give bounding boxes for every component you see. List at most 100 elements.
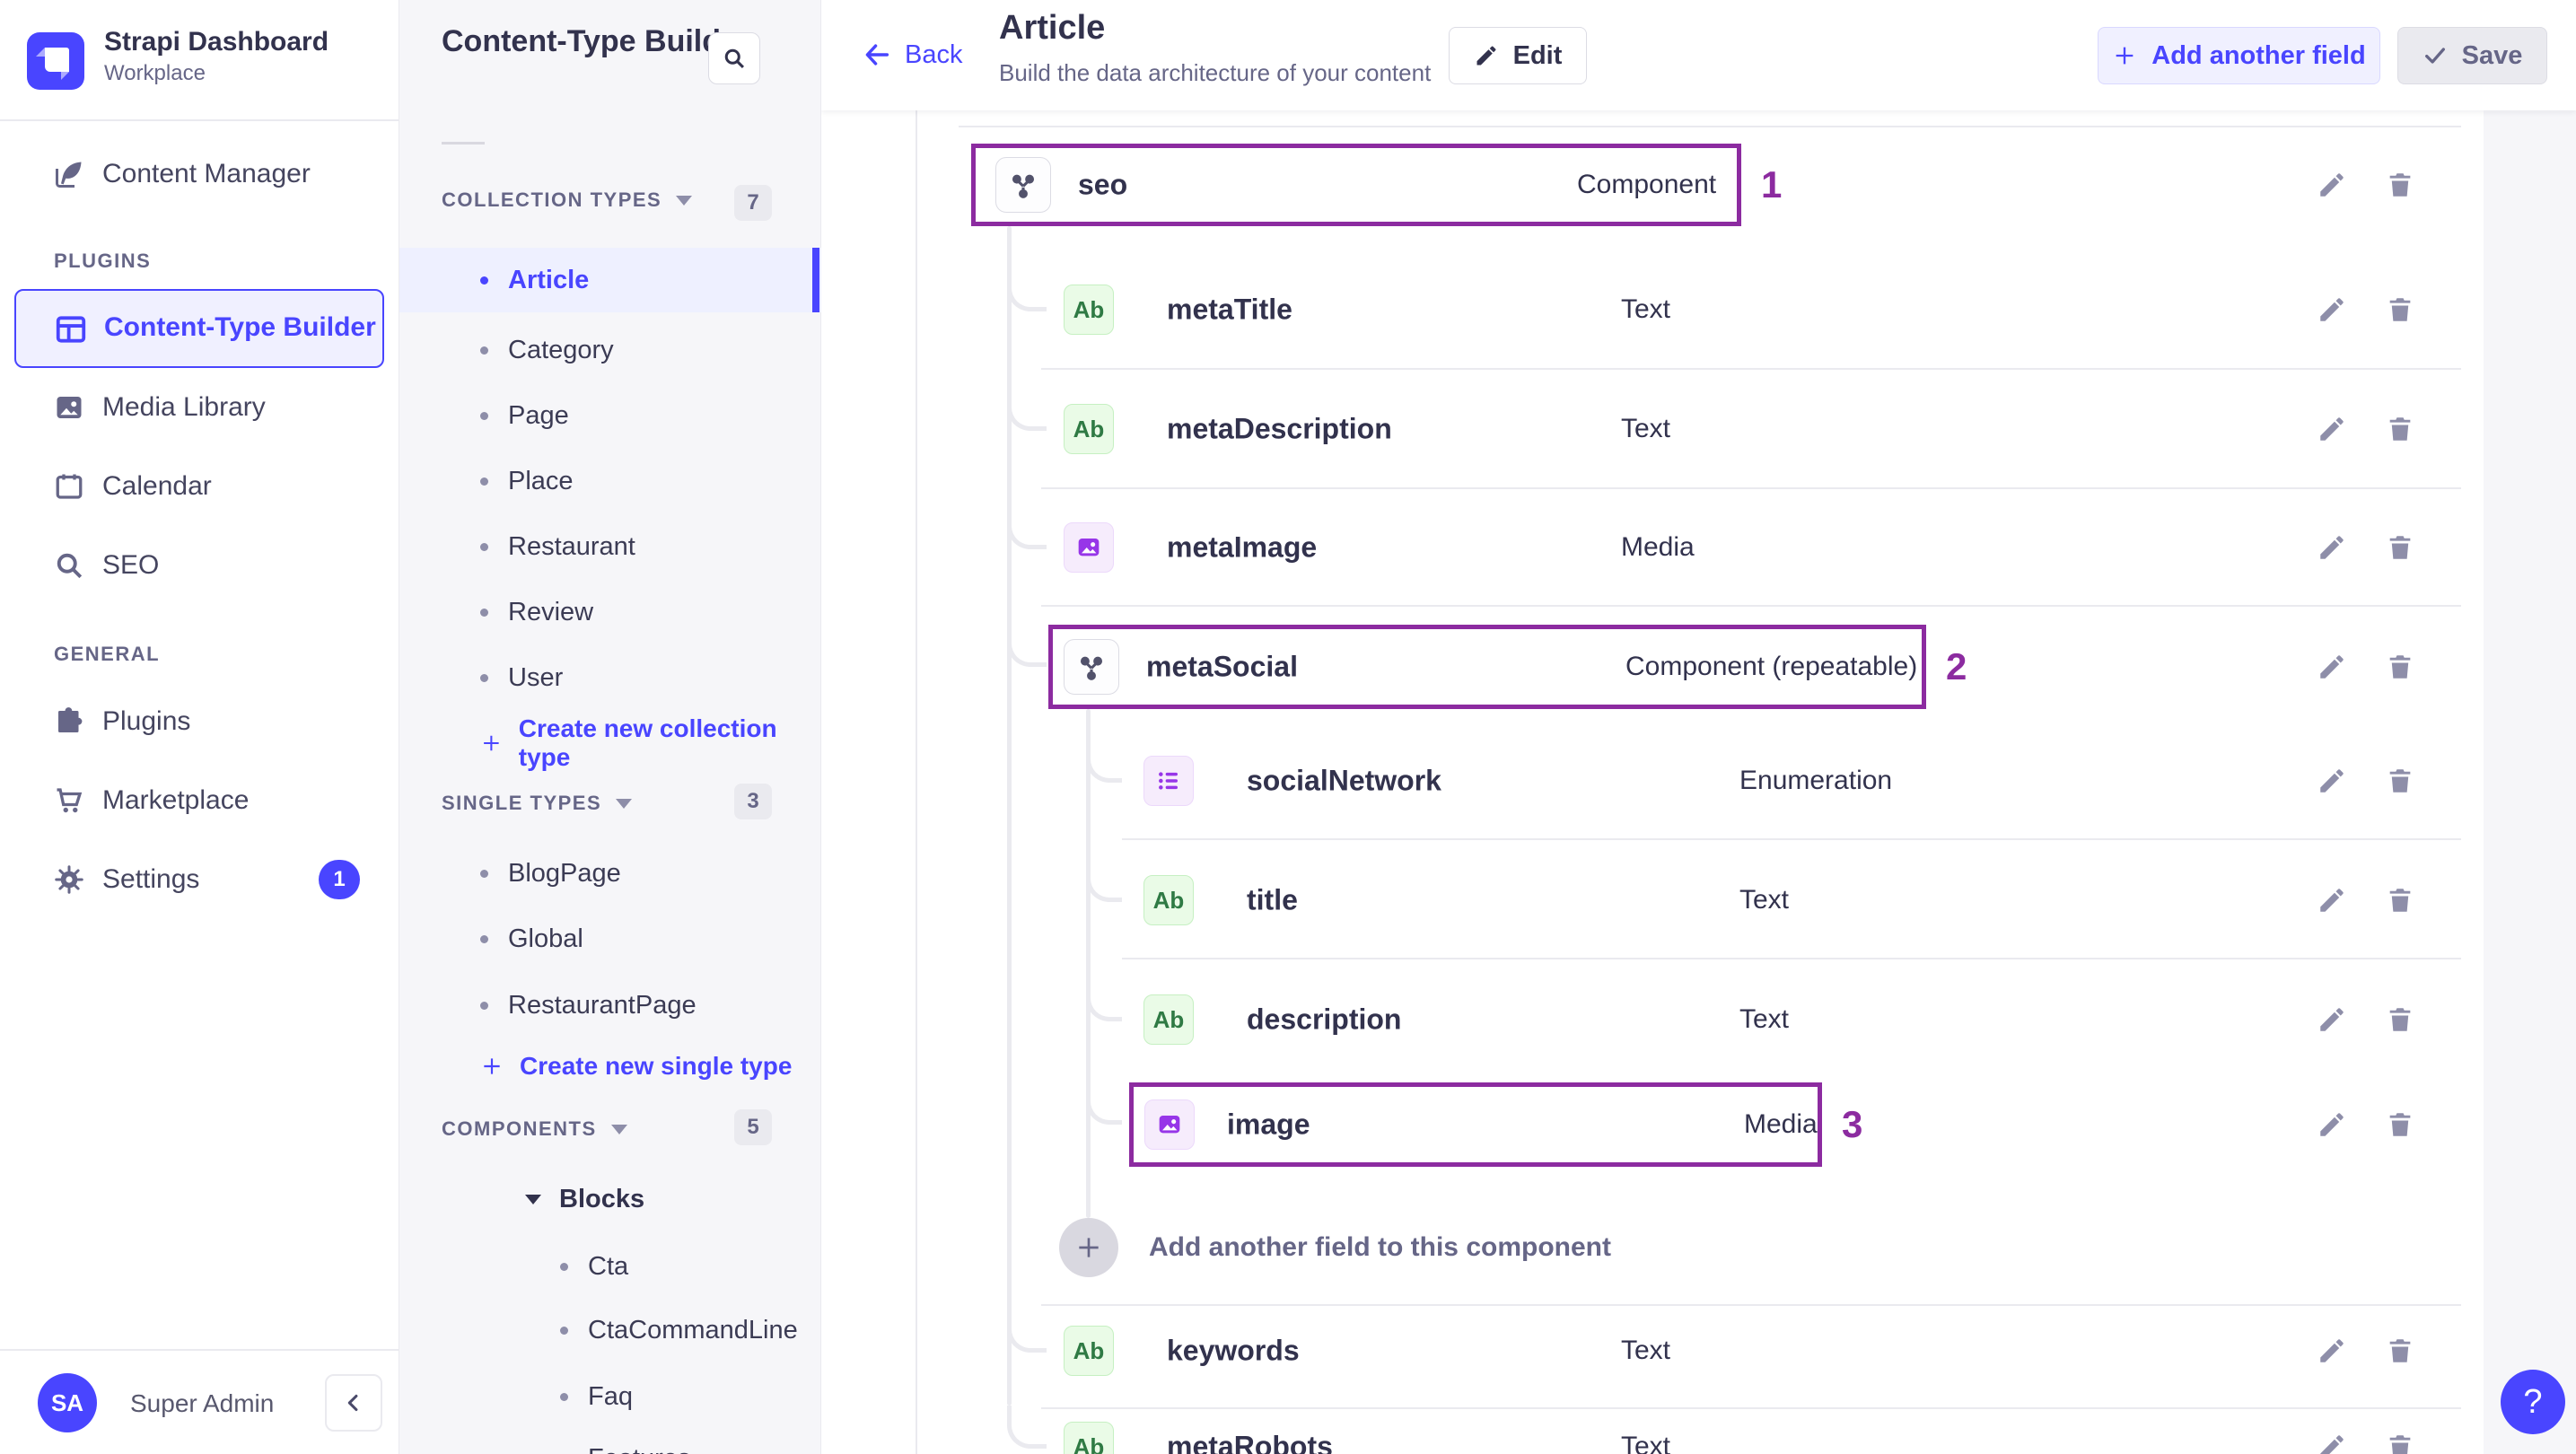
components-header[interactable]: COMPONENTS: [442, 1116, 627, 1143]
edit-field-button[interactable]: [2312, 165, 2352, 205]
row-divider: [1041, 368, 2461, 370]
sidebar-item-restaurant[interactable]: Restaurant: [480, 529, 635, 565]
strapi-admin: Strapi Dashboard Workplace Content Manag…: [0, 0, 2576, 1454]
add-field-to-component-button[interactable]: [1059, 1218, 1118, 1277]
bullet-icon: [480, 276, 488, 285]
bullet-icon: [560, 1326, 568, 1335]
field-name: socialNetwork: [1247, 764, 1441, 797]
sidebar-item-content-type-builder[interactable]: Content-Type Builder: [14, 289, 384, 368]
delete-field-button[interactable]: [2380, 1427, 2420, 1454]
arrow-left-icon: [865, 44, 889, 66]
delete-field-button[interactable]: [2380, 290, 2420, 329]
edit-field-button[interactable]: [2312, 528, 2352, 567]
delete-field-button[interactable]: [2380, 528, 2420, 567]
delete-field-button[interactable]: [2380, 880, 2420, 920]
settings-notification-badge: 1: [319, 860, 360, 899]
feather-icon: [52, 157, 86, 191]
field-name: metaDescription: [1167, 412, 1392, 445]
edit-field-button[interactable]: [2312, 761, 2352, 801]
edit-button[interactable]: Edit: [1449, 27, 1587, 84]
component-field-icon: [995, 157, 1051, 213]
annotation-box-2: metaSocial Component (repeatable): [1048, 625, 1926, 709]
edit-field-button[interactable]: [2312, 290, 2352, 329]
sidebar-item-article[interactable]: Article: [480, 262, 589, 298]
edit-field-button[interactable]: [2312, 880, 2352, 920]
sidebar-item-faq[interactable]: Faq: [560, 1379, 633, 1415]
component-group-blocks[interactable]: Blocks: [525, 1181, 644, 1217]
delete-field-button[interactable]: [2380, 1331, 2420, 1371]
chevron-down-icon: [525, 1194, 541, 1204]
annotation-box-3: image Media: [1129, 1082, 1822, 1167]
sidebar-item-media-library[interactable]: Media Library: [0, 386, 399, 429]
delete-field-button[interactable]: [2380, 1000, 2420, 1039]
help-button[interactable]: ?: [2501, 1370, 2565, 1434]
section-label-plugins: PLUGINS: [54, 250, 152, 272]
edit-field-button[interactable]: [2312, 1427, 2352, 1454]
search-icon: [724, 48, 744, 68]
divider: [0, 1349, 399, 1351]
add-another-field-button[interactable]: Add another field: [2098, 27, 2380, 84]
field-name: metaImage: [1167, 530, 1318, 564]
sidebar-item-page[interactable]: Page: [480, 398, 569, 434]
sidebar-item-restaurantpage[interactable]: RestaurantPage: [480, 987, 697, 1023]
save-button[interactable]: Save: [2397, 27, 2547, 84]
sidebar-item-marketplace[interactable]: Marketplace: [0, 779, 399, 822]
row-divider: [1041, 605, 2461, 607]
user-avatar[interactable]: SA: [38, 1373, 97, 1432]
field-name: title: [1247, 883, 1298, 916]
components-count: 5: [734, 1109, 772, 1145]
sidebar-item-calendar[interactable]: Calendar: [0, 465, 399, 508]
sidebar-item-features[interactable]: Features: [560, 1441, 690, 1454]
plus-icon: [484, 735, 499, 751]
delete-field-button[interactable]: [2380, 761, 2420, 801]
back-button[interactable]: Back: [862, 39, 962, 70]
annotation-number-1: 1: [1761, 163, 1783, 206]
collection-types-header[interactable]: COLLECTION TYPES: [442, 187, 693, 214]
create-collection-type-link[interactable]: Create new collection type: [480, 714, 820, 771]
edit-field-button[interactable]: [2312, 1000, 2352, 1039]
sidebar-item-content-manager[interactable]: Content Manager: [0, 153, 399, 196]
field-name: description: [1247, 1003, 1402, 1036]
single-types-header[interactable]: SINGLE TYPES: [442, 790, 633, 817]
field-name: keywords: [1167, 1334, 1300, 1367]
sidebar-item-category[interactable]: Category: [480, 332, 614, 368]
sidebar-item-ctacommandline[interactable]: CtaCommandLine: [560, 1312, 798, 1348]
gear-icon: [52, 863, 86, 897]
text-field-icon: Ab: [1064, 1326, 1114, 1376]
sidebar-item-user[interactable]: User: [480, 660, 563, 696]
delete-field-button[interactable]: [2380, 647, 2420, 687]
sidebar-item-seo[interactable]: SEO: [0, 544, 399, 587]
row-divider: [1122, 958, 2461, 959]
delete-field-button[interactable]: [2380, 165, 2420, 205]
edit-field-button[interactable]: [2312, 1105, 2352, 1144]
edit-field-button[interactable]: [2312, 647, 2352, 687]
field-type: Component: [1577, 170, 1717, 199]
plus-icon: [1079, 1238, 1099, 1257]
cart-icon: [52, 784, 86, 818]
user-name: Super Admin: [130, 1389, 275, 1417]
bullet-icon: [480, 608, 488, 617]
field-type: Media: [1621, 532, 1695, 562]
edit-field-button[interactable]: [2312, 409, 2352, 449]
single-types-count: 3: [734, 784, 772, 819]
delete-field-button[interactable]: [2380, 409, 2420, 449]
sidebar-item-place[interactable]: Place: [480, 463, 574, 499]
field-type: Enumeration: [1739, 766, 1893, 795]
bullet-icon: [480, 346, 488, 355]
sidebar-item-blogpage[interactable]: BlogPage: [480, 855, 621, 891]
delete-field-button[interactable]: [2380, 1105, 2420, 1144]
edit-field-button[interactable]: [2312, 1331, 2352, 1371]
sidebar-item-plugins[interactable]: Plugins: [0, 700, 399, 743]
pencil-icon: [1476, 46, 1496, 66]
strapi-logo-icon: [27, 32, 84, 90]
sidebar-item-global[interactable]: Global: [480, 921, 583, 957]
content-type-builder-sidebar: Content-Type Builder COLLECTION TYPES 7 …: [399, 0, 821, 1454]
field-name: metaRobots: [1167, 1430, 1333, 1454]
collapse-sidebar-button[interactable]: [325, 1374, 382, 1432]
sidebar-item-cta[interactable]: Cta: [560, 1248, 628, 1284]
create-single-type-link[interactable]: Create new single type: [480, 1048, 792, 1084]
search-button[interactable]: [708, 32, 760, 84]
sidebar-item-review[interactable]: Review: [480, 594, 593, 630]
bullet-icon: [480, 542, 488, 551]
field-type: Text: [1621, 1432, 1671, 1454]
